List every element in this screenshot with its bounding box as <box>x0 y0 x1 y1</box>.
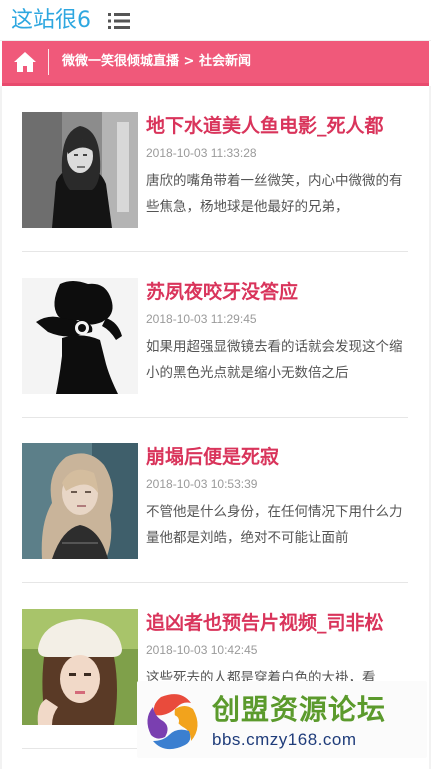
article-item: 地下水道美人鱼电影_死人都 2018-10-03 11:33:28 唐欣的嘴角带… <box>22 112 408 278</box>
breadcrumb-current[interactable]: 社会新闻 <box>199 54 251 69</box>
home-icon[interactable] <box>2 41 48 83</box>
article-time: 2018-10-03 11:29:45 <box>146 311 257 326</box>
watermark-title: 创盟资源论坛 <box>212 693 387 726</box>
article-divider <box>22 251 408 252</box>
menu-icon[interactable] <box>108 12 131 30</box>
breadcrumb-separator: > <box>179 54 199 69</box>
watermark-url: bbs.cmzy168.com <box>212 730 357 749</box>
breadcrumb-divider <box>48 49 49 75</box>
article-title[interactable]: 崩塌后便是死寂 <box>146 443 408 471</box>
article-time: 2018-10-03 10:42:45 <box>146 642 258 657</box>
article-excerpt: 如果用超强显微镜去看的话就会发现这个缩小的黑色光点就是缩小无数倍之后 <box>146 338 403 381</box>
article-thumbnail[interactable] <box>22 112 138 228</box>
article-item: 苏夙夜咬牙没答应 2018-10-03 11:29:45 如果用超强显微镜去看的… <box>22 277 408 444</box>
article-excerpt: 不管他是什么身份，在任何情况下用什么力量他都是刘皓，绝对不可能让面前 <box>146 504 403 546</box>
cmzy-logo-icon <box>141 689 205 753</box>
breadcrumb-category-link[interactable]: 微微一笑很倾城直播 <box>62 54 179 69</box>
article-thumbnail[interactable] <box>22 277 138 394</box>
article-thumbnail[interactable] <box>22 608 138 725</box>
article-excerpt: 唐欣的嘴角带着一丝微笑，内心中微微的有些焦急，杨地球是他最好的兄弟， <box>146 173 403 215</box>
page-frame-left <box>0 86 2 769</box>
article-time: 2018-10-03 11:33:28 <box>146 146 257 160</box>
top-bar: 这站很6 <box>0 0 431 41</box>
article-time: 2018-10-03 10:53:39 <box>146 477 258 491</box>
article-item: 崩塌后便是死寂 2018-10-03 10:53:39 不管他是什么身份，在任何… <box>22 443 408 609</box>
article-title[interactable]: 地下水道美人鱼电影_死人都 <box>146 112 408 140</box>
watermark-badge: 创盟资源论坛 bbs.cmzy168.com <box>137 681 427 758</box>
breadcrumb: 微微一笑很倾城直播 > 社会新闻 <box>2 41 429 86</box>
article-thumbnail[interactable] <box>22 443 138 559</box>
article-divider <box>22 416 408 418</box>
article-title[interactable]: 追凶者也预告片视频_司非松 <box>146 609 408 637</box>
article-title[interactable]: 苏夙夜咬牙没答应 <box>146 278 408 306</box>
article-divider <box>22 582 408 583</box>
article-list: 地下水道美人鱼电影_死人都 2018-10-03 11:33:28 唐欣的嘴角带… <box>22 112 408 769</box>
breadcrumb-trail: 微微一笑很倾城直播 > 社会新闻 <box>62 41 251 83</box>
site-logo[interactable]: 这站很6 <box>11 7 91 35</box>
